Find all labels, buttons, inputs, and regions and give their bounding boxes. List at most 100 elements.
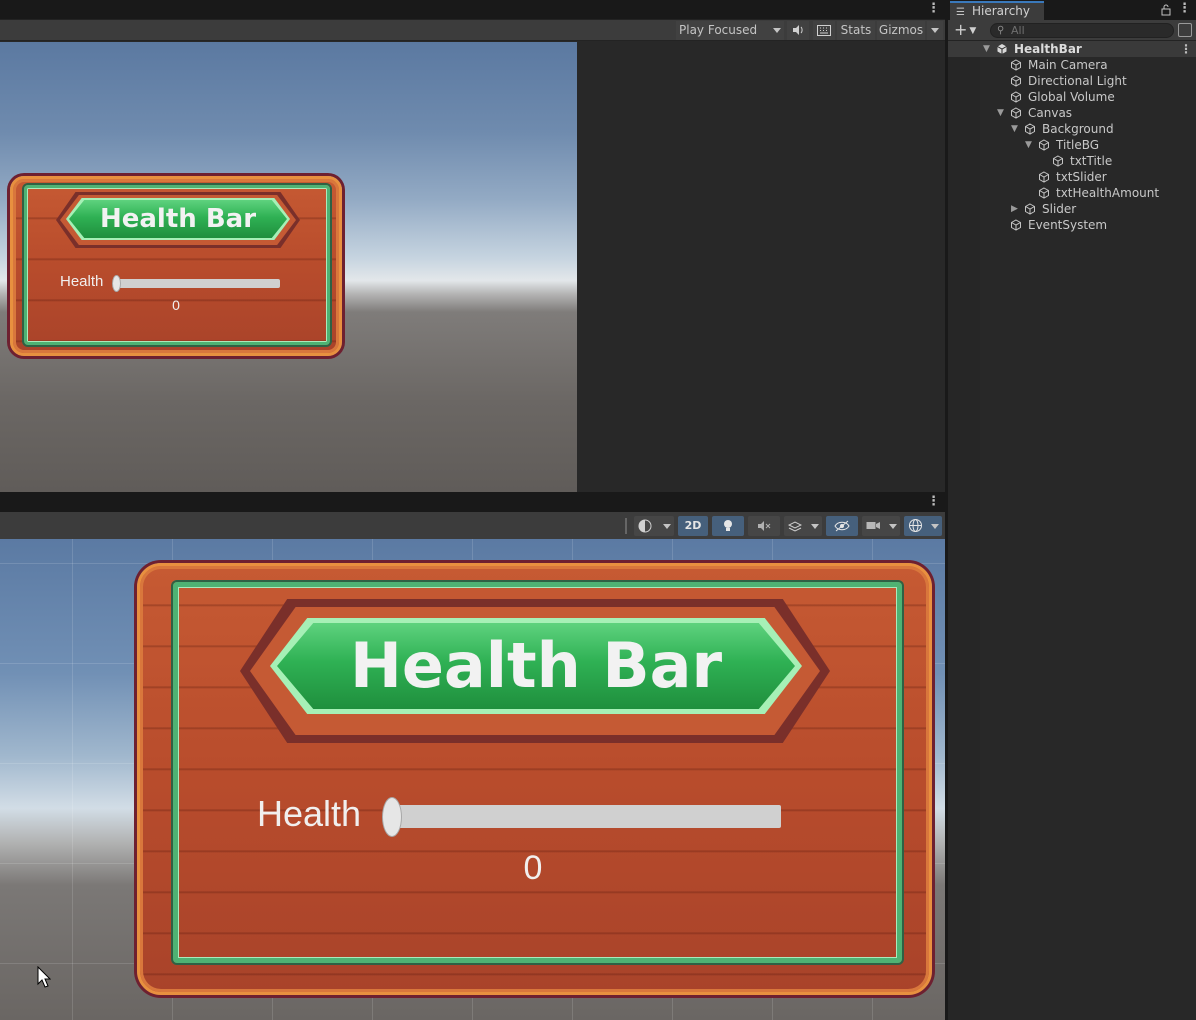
scene-panel-menu-icon[interactable]: ⋮ [927,495,940,510]
gameobject-cube-icon [1024,123,1036,135]
health-slider-handle[interactable] [111,275,121,292]
hierarchy-item[interactable]: Global Volume [948,89,1196,105]
gameobject-cube-icon [1038,171,1050,183]
lightbulb-icon [724,520,732,531]
title-text-scene: Health Bar [349,629,723,702]
hierarchy-tab-label: Hierarchy [972,4,1031,18]
expand-arrow-icon[interactable]: ▼ [1011,121,1018,137]
mute-audio-button[interactable] [787,21,809,40]
gameobject-cube-icon [1010,59,1022,71]
gizmos-button[interactable]: Gizmos [877,21,925,40]
chevron-down-icon [931,524,939,529]
gameobject-cube-icon [1038,187,1050,199]
game-view-panel: ⋮ Play Focused Stats Gizmos Health Bar H… [0,0,945,492]
hierarchy-item-label: txtHealthAmount [1056,186,1160,200]
mouse-cursor-icon [37,966,51,988]
unity-scene-icon [996,43,1008,55]
hierarchy-search-input[interactable]: ⚲ All [990,23,1174,38]
lock-icon[interactable] [1161,4,1171,16]
hierarchy-tree: ▼ HealthBar ⋮ Main Camera Directional Light G… [948,41,1196,233]
hierarchy-item-label: txtSlider [1056,170,1107,184]
play-mode-label: Play Focused [679,23,758,37]
plus-icon: + [954,20,968,39]
scene-lighting-button[interactable] [712,516,744,536]
game-tab-bar: ⋮ [0,0,945,20]
gameobject-cube-icon [1010,75,1022,87]
hierarchy-item-label: Background [1042,122,1114,136]
health-slider-track[interactable] [116,279,280,288]
hierarchy-item[interactable]: txtHealthAmount [948,185,1196,201]
speaker-icon [793,25,803,35]
hierarchy-panel: ☰ Hierarchy ⋮ + ▼ ⚲ All ▼ HealthBar ⋮ Main C… [946,0,1196,1020]
health-label-scene: Health [257,793,362,834]
chevron-down-icon [931,28,939,33]
hierarchy-item-label: Global Volume [1028,90,1115,104]
health-value-text: 0 [172,297,180,313]
health-value-text-scene: 0 [523,849,543,887]
hierarchy-menu-icon[interactable]: ⋮ [1178,2,1191,17]
expand-arrow-icon[interactable]: ▼ [983,41,990,57]
title-banner-scene: Health Bar [277,623,795,709]
scene-search-icon[interactable] [1178,23,1192,37]
chevron-down-icon [773,28,781,33]
game-view-letterbox [577,42,945,492]
collapse-arrow-icon[interactable]: ▶ [1011,201,1018,217]
scene-viewport[interactable]: Health Bar Health 0 [0,539,945,1020]
search-placeholder: All [1011,24,1025,37]
hierarchy-item[interactable]: txtSlider [948,169,1196,185]
toolbar-drag-handle[interactable] [625,518,627,534]
tab-hierarchy[interactable]: ☰ Hierarchy [950,1,1044,20]
shading-mode-dropdown[interactable] [634,516,674,536]
gameobject-cube-icon [1038,139,1050,151]
health-label: Health [60,273,104,290]
scene-tab-bar: ⋮ [0,494,945,512]
shading-sphere-icon [638,519,652,533]
game-panel-menu-icon[interactable]: ⋮ [927,2,940,17]
effects-layers-icon [787,521,803,532]
toggle-2d-button[interactable]: 2D [678,516,708,536]
game-viewport[interactable]: Health Bar Health 0 [0,42,577,492]
hierarchy-item-label: txtTitle [1070,154,1113,168]
hierarchy-item[interactable]: EventSystem [948,217,1196,233]
title-banner: Health Bar [69,200,287,238]
scene-gizmos-dropdown[interactable] [904,516,942,536]
camera-icon [866,522,880,529]
chevron-down-icon: ▼ [969,26,977,36]
scene-audio-button[interactable] [748,516,780,536]
hierarchy-item-label: Main Camera [1028,58,1108,72]
hierarchy-item-label: Slider [1042,202,1077,216]
hierarchy-item-label: Directional Light [1028,74,1127,88]
search-icon: ⚲ [997,25,1005,36]
expand-arrow-icon[interactable]: ▼ [997,105,1004,121]
scene-row-menu-icon[interactable]: ⋮ [1180,41,1192,57]
keyboard-icon [817,25,831,36]
hierarchy-item[interactable]: ▼ Canvas [948,105,1196,121]
scene-effects-dropdown[interactable] [784,516,822,536]
expand-arrow-icon[interactable]: ▼ [1025,137,1032,153]
hierarchy-item[interactable]: ▼ Background [948,121,1196,137]
hierarchy-item[interactable]: txtTitle [948,153,1196,169]
hidden-eye-icon [834,520,850,532]
stats-button[interactable]: Stats [837,21,875,40]
health-slider-handle-scene[interactable] [382,797,402,837]
gameobject-cube-icon [1010,219,1022,231]
scene-visibility-button[interactable] [826,516,858,536]
hierarchy-item-label: TitleBG [1056,138,1100,152]
audio-muted-icon [758,521,771,531]
hierarchy-tab-bar: ☰ Hierarchy ⋮ [948,0,1196,20]
gameobject-cube-icon [1010,91,1022,103]
hierarchy-item[interactable]: ▼ TitleBG [948,137,1196,153]
gizmos-dropdown-button[interactable] [927,21,943,40]
hierarchy-toolbar: + ▼ ⚲ All [948,20,1196,41]
hierarchy-item[interactable]: Directional Light [948,73,1196,89]
play-mode-dropdown[interactable]: Play Focused [676,21,784,40]
hierarchy-item[interactable]: Main Camera [948,57,1196,73]
gameobject-cube-icon [1010,107,1022,119]
shortcuts-toggle-button[interactable] [813,21,835,40]
create-object-button[interactable]: + ▼ [954,21,980,39]
health-slider-track-scene[interactable] [392,805,781,828]
hierarchy-scene-row[interactable]: ▼ HealthBar ⋮ [948,41,1196,57]
scene-camera-dropdown[interactable] [862,516,900,536]
hierarchy-item[interactable]: ▶ Slider [948,201,1196,217]
chevron-down-icon [663,524,671,529]
